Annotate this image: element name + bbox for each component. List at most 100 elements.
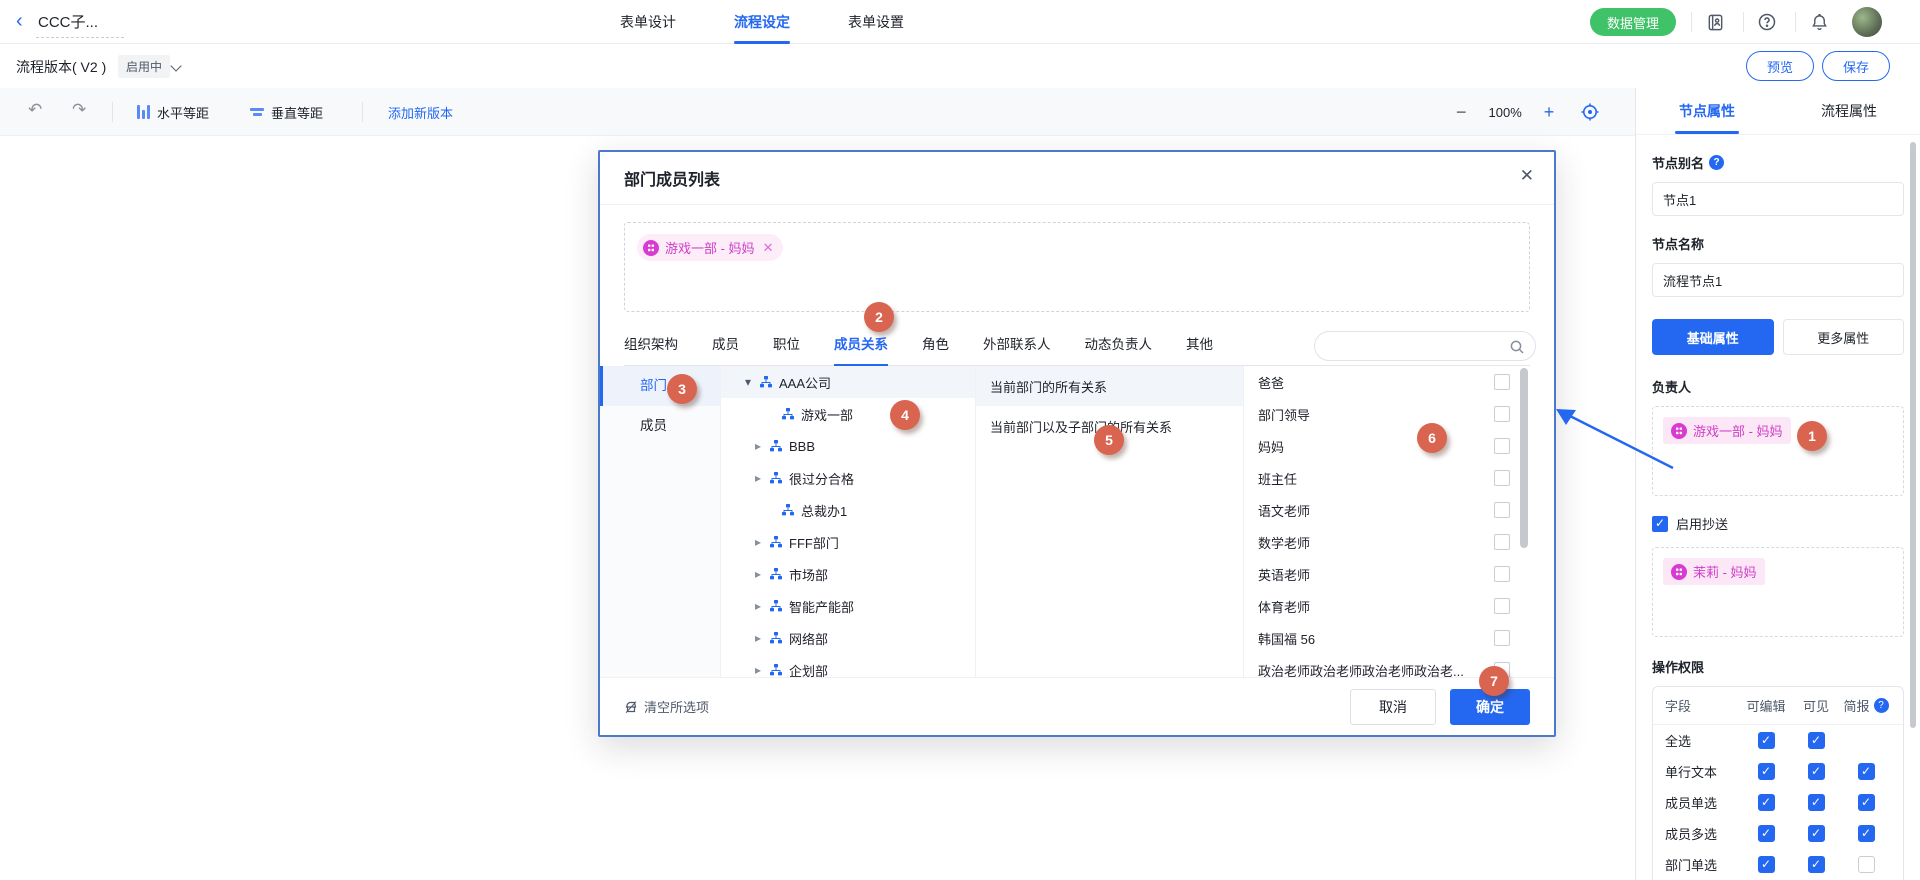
tree-node-ceo-office[interactable]: 总裁办1	[721, 494, 975, 526]
expand-icon[interactable]	[755, 567, 769, 581]
tab-org-structure[interactable]: 组织架构	[624, 328, 678, 366]
member-row[interactable]: 爸爸	[1244, 366, 1530, 398]
tab-flow-setting[interactable]: 流程设定	[734, 0, 790, 44]
fit-target-icon[interactable]	[1580, 102, 1600, 122]
member-row[interactable]: 体育老师	[1244, 590, 1530, 622]
tab-role[interactable]: 角色	[922, 328, 949, 366]
checkbox[interactable]	[1808, 794, 1825, 811]
tree-node-game-dept[interactable]: 游戏一部	[721, 398, 975, 430]
selected-tag[interactable]: 游戏一部 - 妈妈 ✕	[637, 234, 783, 261]
tab-form-config[interactable]: 表单设置	[848, 0, 904, 44]
tree-node-aaa[interactable]: AAA公司	[721, 366, 975, 398]
cc-tag[interactable]: 茉莉 - 妈妈	[1663, 558, 1765, 585]
checkbox-checked-icon[interactable]	[1652, 516, 1668, 532]
notification-bell-icon[interactable]	[1807, 10, 1831, 34]
member-row[interactable]: 语文老师	[1244, 494, 1530, 526]
data-manage-button[interactable]: 数据管理	[1590, 8, 1676, 36]
checkbox[interactable]	[1494, 566, 1510, 582]
horizontal-distribute-button[interactable]: 水平等距	[137, 88, 209, 136]
member-row[interactable]: 妈妈	[1244, 430, 1530, 462]
node-alias-input[interactable]	[1652, 182, 1904, 216]
checkbox[interactable]	[1808, 825, 1825, 842]
checkbox[interactable]	[1858, 825, 1875, 842]
tree-node-market[interactable]: 市场部	[721, 558, 975, 590]
member-row[interactable]: 数学老师	[1244, 526, 1530, 558]
checkbox[interactable]	[1494, 438, 1510, 454]
checkbox[interactable]	[1494, 470, 1510, 486]
checkbox[interactable]	[1494, 502, 1510, 518]
checkbox[interactable]	[1494, 534, 1510, 550]
version-dropdown-icon[interactable]	[170, 60, 181, 71]
checkbox[interactable]	[1758, 763, 1775, 780]
undo-icon[interactable]: ↶	[28, 100, 42, 120]
checkbox[interactable]	[1758, 794, 1775, 811]
tree-node-planning[interactable]: 企划部	[721, 654, 975, 678]
remove-tag-icon[interactable]: ✕	[763, 240, 774, 256]
user-avatar[interactable]	[1852, 7, 1882, 37]
tab-dynamic-owner[interactable]: 动态负责人	[1085, 328, 1153, 366]
expand-icon[interactable]	[755, 663, 769, 677]
zoom-in-button[interactable]: +	[1536, 102, 1563, 123]
tab-external-contact[interactable]: 外部联系人	[983, 328, 1051, 366]
tree-node-network[interactable]: 网络部	[721, 622, 975, 654]
help-icon[interactable]	[1755, 10, 1779, 34]
tab-member[interactable]: 成员	[712, 328, 739, 366]
vertical-distribute-button[interactable]: 垂直等距	[250, 88, 323, 136]
search-input[interactable]	[1314, 331, 1536, 361]
tab-other[interactable]: 其他	[1186, 328, 1213, 366]
tab-position[interactable]: 职位	[773, 328, 800, 366]
tab-form-design[interactable]: 表单设计	[620, 0, 676, 44]
member-row[interactable]: 英语老师	[1244, 558, 1530, 590]
tab-member-relation[interactable]: 成员关系	[834, 328, 888, 366]
back-icon[interactable]: ‹	[16, 9, 23, 33]
owner-tag[interactable]: 游戏一部 - 妈妈	[1663, 417, 1791, 444]
member-row[interactable]: 韩国福 56	[1244, 622, 1530, 654]
tab-node-properties[interactable]: 节点属性	[1636, 88, 1778, 134]
checkbox[interactable]	[1858, 794, 1875, 811]
checkbox[interactable]	[1808, 732, 1825, 749]
expand-icon[interactable]	[755, 439, 769, 453]
checkbox[interactable]	[1494, 374, 1510, 390]
clear-selection-button[interactable]: 清空所选项	[624, 697, 709, 716]
cancel-button[interactable]: 取消	[1350, 689, 1436, 725]
checkbox[interactable]	[1758, 856, 1775, 873]
cc-select-area[interactable]: 茉莉 - 妈妈	[1652, 547, 1904, 637]
checkbox[interactable]	[1808, 763, 1825, 780]
checkbox[interactable]	[1494, 406, 1510, 422]
checkbox[interactable]	[1858, 763, 1875, 780]
tree-node-fff[interactable]: FFF部门	[721, 526, 975, 558]
checkbox[interactable]	[1494, 630, 1510, 646]
category-member[interactable]: 成员	[600, 406, 720, 446]
checkbox[interactable]	[1494, 598, 1510, 614]
node-name-input[interactable]	[1652, 263, 1904, 297]
relation-scope-current[interactable]: 当前部门的所有关系	[976, 366, 1243, 406]
close-icon[interactable]: ✕	[1520, 166, 1534, 186]
checkbox[interactable]	[1758, 732, 1775, 749]
collapse-icon[interactable]	[745, 375, 759, 389]
expand-icon[interactable]	[755, 631, 769, 645]
save-button[interactable]: 保存	[1822, 51, 1890, 81]
zoom-out-button[interactable]: −	[1448, 102, 1475, 123]
preview-button[interactable]: 预览	[1746, 51, 1814, 81]
tab-flow-properties[interactable]: 流程属性	[1778, 88, 1920, 134]
checkbox[interactable]	[1858, 856, 1875, 873]
owner-select-area[interactable]: 游戏一部 - 妈妈	[1652, 406, 1904, 496]
tree-node-hgfhg[interactable]: 很过分合格	[721, 462, 975, 494]
document-title[interactable]: CCC子...	[38, 11, 98, 32]
checkbox[interactable]	[1808, 856, 1825, 873]
more-properties-button[interactable]: 更多属性	[1783, 319, 1905, 355]
enable-cc-checkbox[interactable]: 启用抄送	[1652, 514, 1904, 533]
tree-node-bbb[interactable]: BBB	[721, 430, 975, 462]
category-department[interactable]: 部门	[600, 366, 720, 406]
contacts-icon[interactable]	[1703, 10, 1727, 34]
expand-icon[interactable]	[755, 471, 769, 485]
member-row[interactable]: 部门领导	[1244, 398, 1530, 430]
redo-icon[interactable]: ↷	[72, 100, 86, 120]
checkbox[interactable]	[1758, 825, 1775, 842]
basic-properties-button[interactable]: 基础属性	[1652, 319, 1774, 355]
brief-help-icon[interactable]: ?	[1874, 698, 1889, 713]
panel-scrollbar[interactable]	[1910, 142, 1916, 728]
list-scrollbar[interactable]	[1520, 368, 1528, 548]
add-version-link[interactable]: 添加新版本	[388, 88, 453, 136]
expand-icon[interactable]	[755, 535, 769, 549]
